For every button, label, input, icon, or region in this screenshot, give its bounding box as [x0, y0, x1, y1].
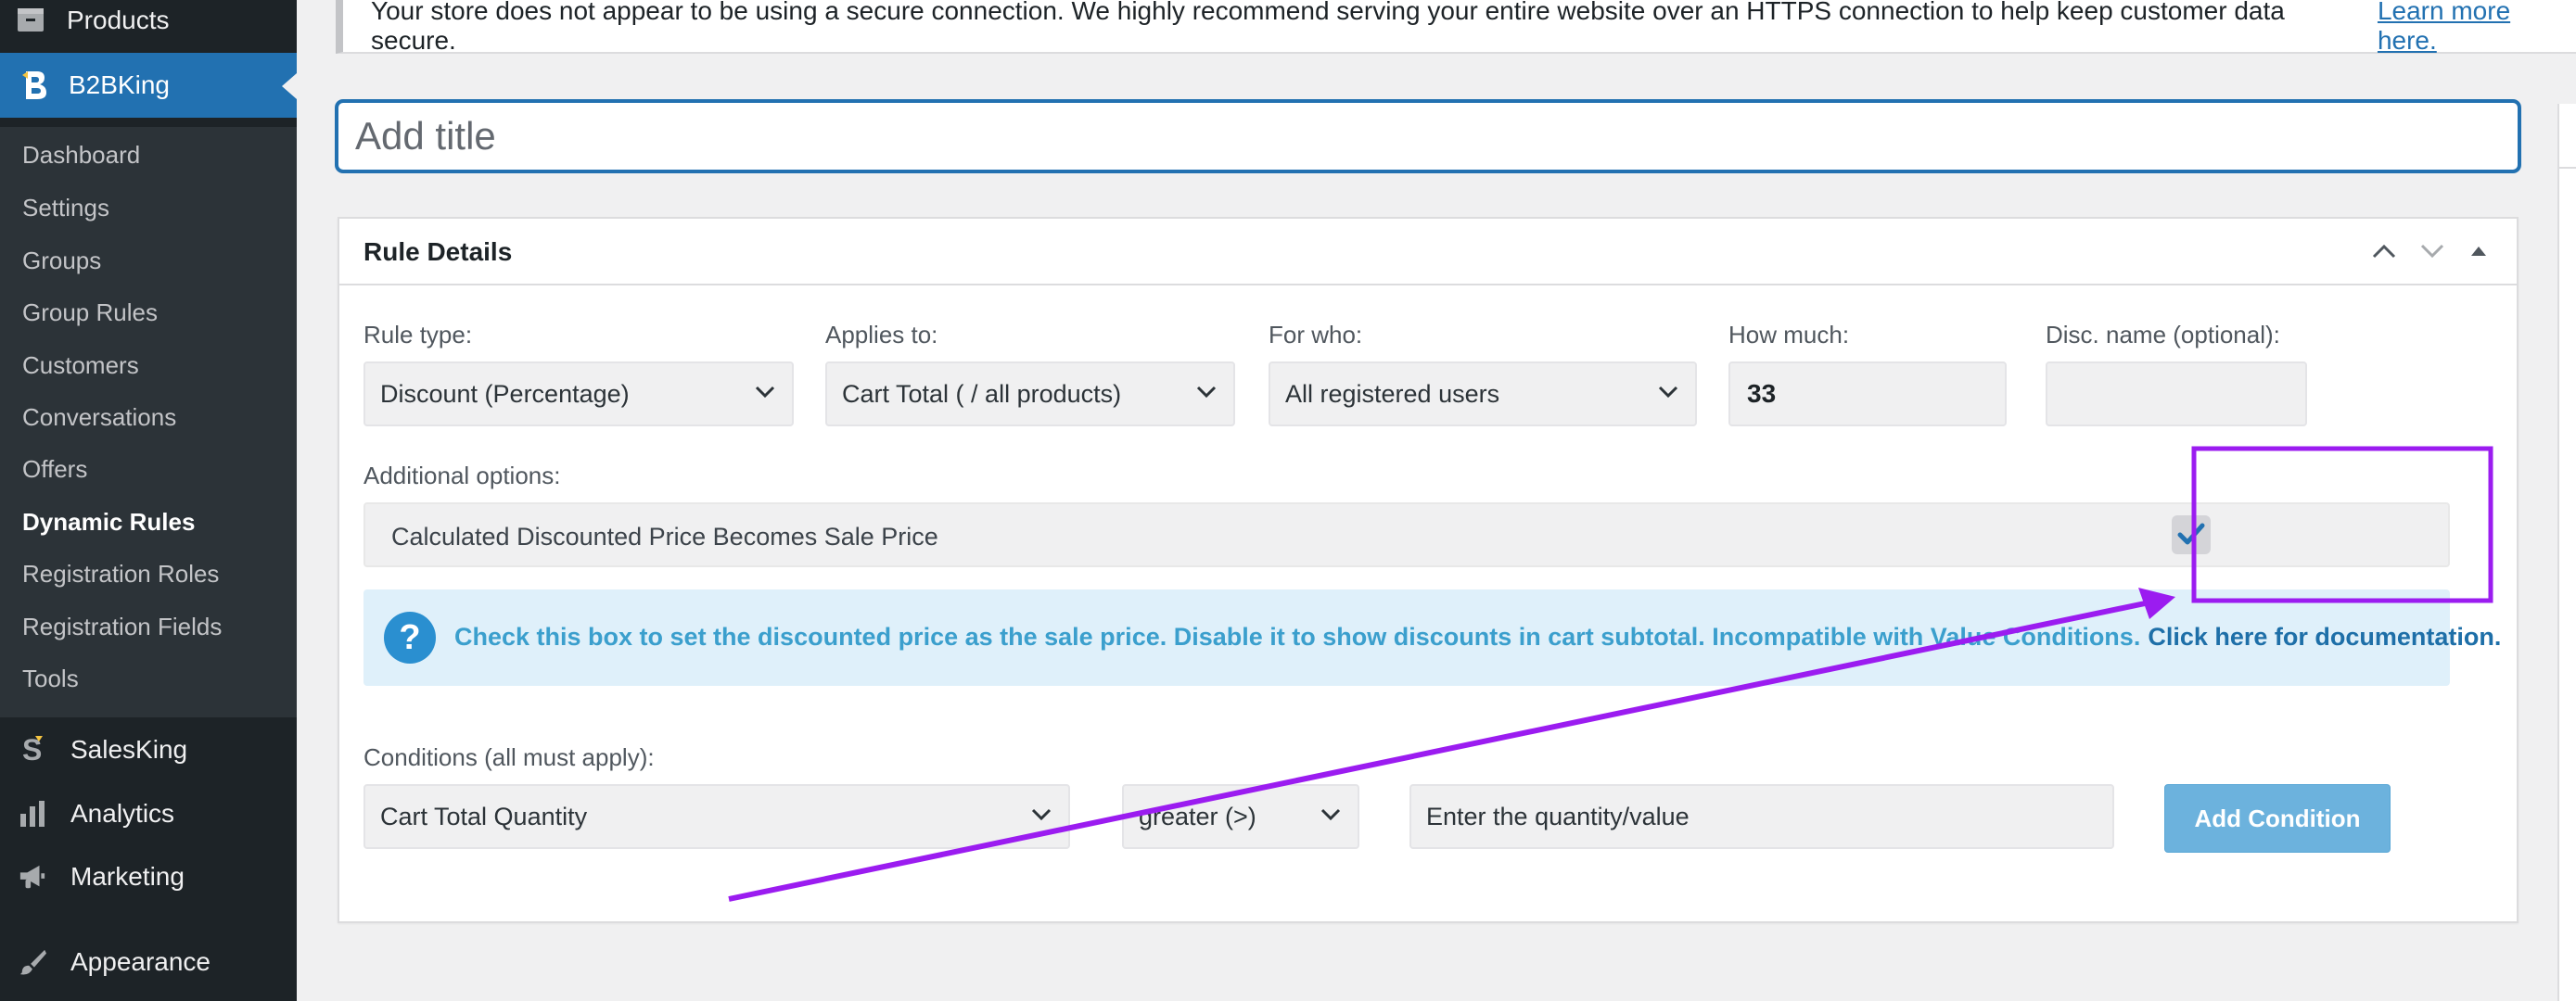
learn-more-link[interactable]: Learn more here. [2378, 0, 2576, 56]
submenu-dynamic-rules[interactable]: Dynamic Rules [22, 503, 195, 540]
documentation-link[interactable]: Click here for documentation. [2148, 623, 2501, 651]
panel-title: Rule Details [363, 237, 513, 266]
submenu-group-rules[interactable]: Group Rules [22, 294, 158, 331]
submenu-tools[interactable]: Tools [22, 660, 79, 697]
submenu-conversations[interactable]: Conversations [22, 399, 176, 436]
condition-operator-value: greater (>) [1139, 802, 1256, 830]
sidebar-item-analytics[interactable]: Analytics [0, 786, 297, 842]
submenu-customers[interactable]: Customers [22, 347, 139, 384]
sidebar-item-label: Appearance [70, 947, 211, 976]
rule-details-panel: Rule Details Rule type: Applies to: For … [338, 217, 2519, 923]
sidebar-item-salesking[interactable]: S SalesKing [0, 722, 297, 778]
additional-options-label: Additional options: [363, 462, 561, 489]
submenu-settings[interactable]: Settings [22, 189, 109, 226]
admin-sidebar: Products B2BKing Dashboard Settings Grou… [0, 0, 297, 1001]
chevron-down-icon [1196, 386, 1217, 399]
sidebar-item-label: B2BKing [69, 70, 170, 99]
condition-value-input[interactable] [1409, 784, 2114, 849]
b2bking-logo-icon [20, 71, 48, 99]
submenu-registration-fields[interactable]: Registration Fields [22, 608, 222, 645]
how-much-label: How much: [1728, 321, 1850, 348]
triangle-up-icon [2471, 247, 2486, 256]
info-text: Check this box to set the discounted pri… [454, 623, 2501, 652]
info-box: ? Check this box to set the discounted p… [363, 589, 2501, 686]
condition-operator-select[interactable]: greater (>) [1122, 784, 1359, 849]
for-who-value: All registered users [1285, 379, 1500, 408]
condition-type-select[interactable]: Cart Total Quantity [363, 784, 1070, 849]
b2bking-submenu: Dashboard Settings Groups Group Rules Cu… [0, 127, 297, 717]
sidebar-item-label: Analytics [70, 799, 175, 828]
add-condition-button[interactable]: Add Condition [2164, 784, 2391, 853]
applies-to-select[interactable]: Cart Total ( / all products) [825, 361, 1235, 426]
move-up-button[interactable] [2368, 235, 2400, 267]
analytics-icon [19, 800, 46, 828]
sidebar-item-products[interactable]: Products [0, 0, 297, 41]
chevron-down-icon [755, 386, 775, 399]
chevron-down-icon [1658, 386, 1678, 399]
for-who-label: For who: [1269, 321, 1363, 348]
submenu-registration-roles[interactable]: Registration Roles [22, 555, 219, 592]
sale-price-option-row: Calculated Discounted Price Becomes Sale… [363, 502, 2450, 567]
title-input[interactable] [336, 100, 2520, 172]
collapse-toggle-button[interactable] [2463, 235, 2494, 267]
brush-icon [19, 948, 46, 976]
sale-price-option-label: Calculated Discounted Price Becomes Sale… [391, 523, 938, 551]
sidebar-item-appearance[interactable]: Appearance [0, 934, 297, 990]
info-message: Check this box to set the discounted pri… [454, 623, 2141, 651]
disc-name-input[interactable] [2046, 361, 2307, 426]
chevron-up-icon [2372, 244, 2396, 259]
sidebar-item-label: SalesKing [70, 735, 188, 764]
products-icon [17, 6, 45, 34]
sidebar-item-label: Products [67, 6, 170, 34]
sidebar-item-b2bking[interactable]: B2BKing [0, 53, 297, 118]
sidebar-item-marketing[interactable]: Marketing [0, 849, 297, 905]
https-notice: Your store does not appear to be using a… [336, 0, 2576, 56]
chevron-down-icon [2420, 244, 2444, 259]
active-menu-pointer [282, 73, 297, 99]
how-much-input[interactable] [1728, 361, 2007, 426]
submenu-offers[interactable]: Offers [22, 450, 87, 488]
rule-type-value: Discount (Percentage) [380, 379, 630, 408]
sale-price-checkbox[interactable] [2172, 515, 2211, 554]
salesking-icon: S [19, 734, 46, 766]
megaphone-icon [19, 863, 46, 891]
move-down-button[interactable] [2417, 235, 2448, 267]
right-sidebar-panel [2557, 104, 2576, 1001]
rule-type-label: Rule type: [363, 321, 473, 348]
question-icon: ? [384, 612, 436, 664]
chevron-down-icon [1031, 808, 1052, 821]
disc-name-label: Disc. name (optional): [2046, 321, 2280, 348]
sidebar-item-label: Marketing [70, 862, 185, 891]
conditions-label: Conditions (all must apply): [363, 743, 655, 771]
chevron-down-icon [1320, 808, 1341, 821]
panel-header: Rule Details [339, 219, 2517, 285]
applies-to-label: Applies to: [825, 321, 938, 348]
applies-to-value: Cart Total ( / all products) [842, 379, 1122, 408]
submenu-groups[interactable]: Groups [22, 242, 101, 279]
condition-type-value: Cart Total Quantity [380, 802, 588, 830]
notice-text: Your store does not appear to be using a… [371, 0, 2285, 55]
rule-type-select[interactable]: Discount (Percentage) [363, 361, 794, 426]
checkmark-icon [2177, 523, 2205, 545]
for-who-select[interactable]: All registered users [1269, 361, 1697, 426]
submenu-dashboard[interactable]: Dashboard [22, 136, 140, 173]
